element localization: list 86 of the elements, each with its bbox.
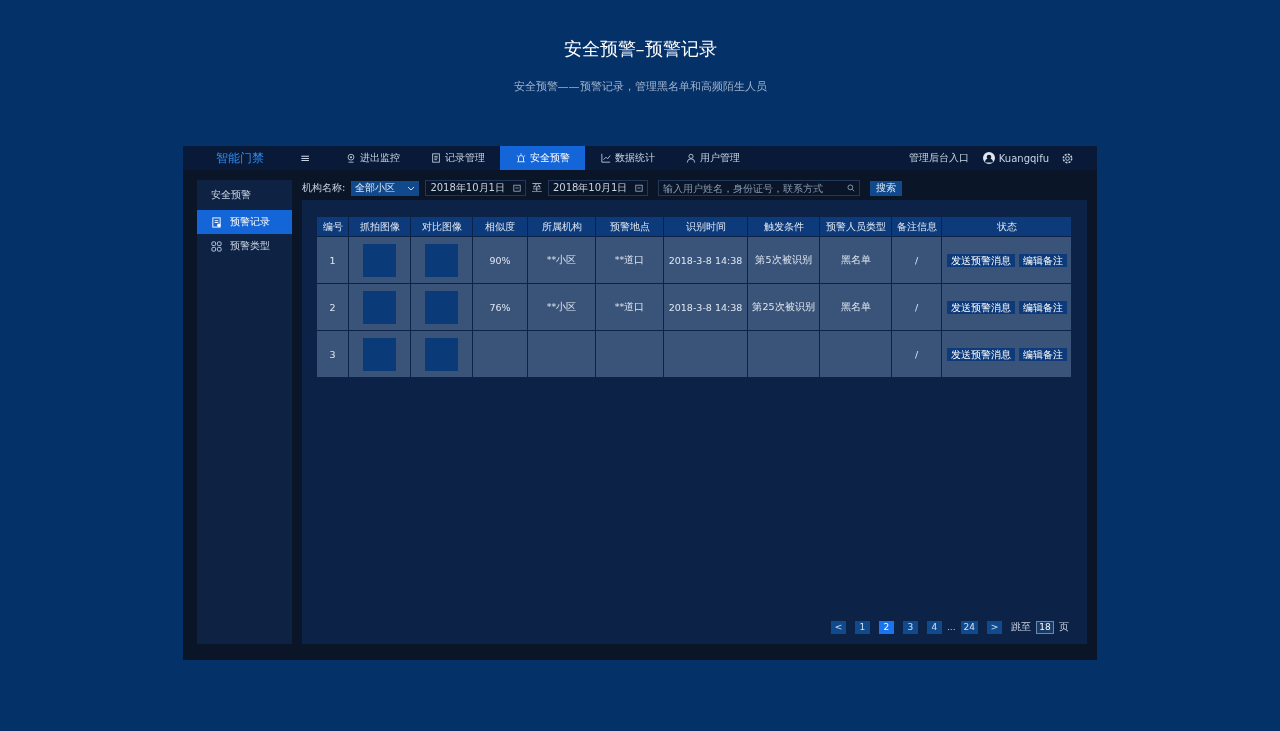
image-placeholder [363, 290, 396, 324]
org-select[interactable]: 全部小区 [351, 180, 420, 196]
document-icon [211, 216, 222, 228]
sidebar-item[interactable]: 预警记录 [197, 210, 292, 234]
prev-page-button[interactable]: < [830, 620, 846, 634]
table-cell: 3 [316, 330, 349, 378]
search-button[interactable]: 搜索 [870, 180, 903, 196]
range-separator: 至 [531, 181, 542, 195]
filter-label: 机构名称: [302, 181, 346, 195]
page-subtitle: 安全预警——预警记录，管理黑名单和高频陌生人员 [513, 79, 767, 94]
column-header: 触发条件 [747, 216, 820, 237]
send-alert-button[interactable]: 发送预警消息 [946, 300, 1015, 314]
column-header: 状态 [941, 216, 1072, 237]
document-icon [430, 153, 441, 163]
table-cell: **道口 [595, 236, 664, 284]
edit-note-button[interactable]: 编辑备注 [1018, 253, 1067, 267]
table-cell: 90% [472, 236, 528, 284]
column-header: 预警地点 [595, 216, 664, 237]
table-cell: **小区 [527, 236, 596, 284]
jump-label: 跳至 [1011, 620, 1031, 634]
send-alert-button[interactable]: 发送预警消息 [946, 253, 1015, 267]
location-icon [345, 153, 356, 163]
send-alert-button[interactable]: 发送预警消息 [946, 347, 1015, 361]
image-placeholder [363, 243, 396, 277]
column-header: 识别时间 [663, 216, 748, 237]
column-header: 编号 [316, 216, 349, 237]
date-field[interactable]: 2018年10月1日 [425, 180, 526, 196]
nav-tab[interactable]: 进出监控 [330, 146, 415, 170]
calendar-icon [635, 184, 644, 192]
nav-tab[interactable]: 数据统计 [585, 146, 670, 170]
table-cell: 2018-3-8 14:38 [663, 283, 748, 331]
page-button[interactable]: 2 [878, 620, 894, 634]
column-header: 抓拍图像 [348, 216, 411, 237]
image-placeholder [425, 337, 458, 371]
table-cell: 黑名单 [819, 236, 892, 284]
user-name[interactable]: Kuangqifu [998, 152, 1049, 164]
nav-tab[interactable]: 安全预警 [500, 146, 585, 170]
chart-icon [600, 153, 611, 163]
image-placeholder [425, 290, 458, 324]
table-cell: 第25次被识别 [747, 283, 820, 331]
column-header: 预警人员类型 [819, 216, 892, 237]
app-logo: 智能门禁 [216, 149, 265, 167]
alarm-icon [515, 153, 526, 163]
next-page-button[interactable]: > [987, 620, 1002, 634]
page-jump-field[interactable]: 18 [1036, 620, 1054, 634]
page-title: 安全预警–预警记录 [563, 37, 717, 61]
edit-note-button[interactable]: 编辑备注 [1018, 347, 1067, 361]
page-ellipsis: ... [946, 622, 956, 632]
table-cell: 黑名单 [819, 283, 892, 331]
table-cell: 1 [316, 236, 349, 284]
table-cell: 76% [472, 283, 528, 331]
table-cell: 2 [316, 283, 349, 331]
image-placeholder [425, 243, 458, 277]
edit-note-button[interactable]: 编辑备注 [1018, 300, 1067, 314]
menu-icon[interactable]: ≡ [300, 151, 330, 165]
table-cell: **道口 [595, 283, 664, 331]
table-cell: / [891, 330, 942, 378]
table-cell: / [891, 236, 942, 284]
table-cell: **小区 [527, 283, 596, 331]
search-field[interactable]: 输入用户姓名，身份证号，联系方式 [658, 180, 861, 196]
page-button[interactable]: 24 [960, 620, 978, 634]
avatar-icon[interactable] [982, 152, 995, 164]
table-cell: 第5次被识别 [747, 236, 820, 284]
nav-tab[interactable]: 用户管理 [670, 146, 755, 170]
nav-tab[interactable]: 记录管理 [415, 146, 500, 170]
page-unit: 页 [1059, 620, 1069, 634]
calendar-icon [512, 184, 521, 192]
admin-link[interactable]: 管理后台入口 [908, 151, 969, 165]
sidebar-item[interactable]: 预警类型 [197, 234, 292, 258]
date-field[interactable]: 2018年10月1日 [547, 180, 649, 196]
page-button[interactable]: 4 [926, 620, 942, 634]
column-header: 备注信息 [891, 216, 942, 237]
caret-icon [407, 185, 416, 191]
page-button[interactable]: 1 [854, 620, 870, 634]
column-header: 所属机构 [527, 216, 596, 237]
settings-icon[interactable] [1061, 151, 1074, 165]
grid-icon [211, 240, 222, 252]
image-placeholder [363, 337, 396, 371]
column-header: 相似度 [472, 216, 528, 237]
sidebar-header: 安全预警 [210, 188, 252, 202]
table-cell: 2018-3-8 14:38 [663, 236, 748, 284]
page-button[interactable]: 3 [902, 620, 918, 634]
user-icon [685, 153, 696, 163]
column-header: 对比图像 [410, 216, 473, 237]
table-cell: / [891, 283, 942, 331]
search-icon [847, 184, 856, 192]
